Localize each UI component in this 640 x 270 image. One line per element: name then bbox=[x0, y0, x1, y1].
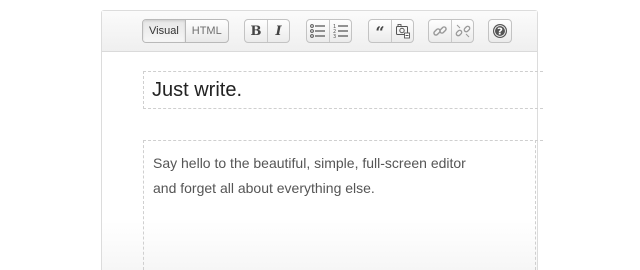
blockquote-icon: “ bbox=[375, 23, 385, 42]
post-title-field[interactable]: Just write. bbox=[143, 71, 543, 109]
help-group: ? bbox=[488, 19, 512, 43]
visual-mode-button[interactable]: Visual bbox=[143, 20, 186, 42]
editor-mode-switch: Visual HTML bbox=[142, 19, 229, 43]
numbered-list-button[interactable]: 1 2 3 bbox=[329, 20, 351, 42]
insert-link-button[interactable] bbox=[429, 20, 451, 42]
help-icon: ? bbox=[493, 24, 507, 38]
bold-button[interactable]: B bbox=[245, 20, 267, 42]
post-content-text: Say hello to the beautiful, simple, full… bbox=[153, 151, 513, 201]
italic-icon: I bbox=[275, 23, 282, 39]
content-line-1: Say hello to the beautiful, simple, full… bbox=[153, 155, 466, 171]
text-style-group: B I bbox=[244, 19, 290, 43]
insert-group: “ bbox=[368, 19, 414, 43]
post-title-text: Just write. bbox=[152, 79, 243, 101]
insert-media-button[interactable] bbox=[391, 20, 413, 42]
bold-icon: B bbox=[250, 23, 262, 39]
post-content-area[interactable]: Say hello to the beautiful, simple, full… bbox=[143, 140, 543, 270]
remove-link-button[interactable] bbox=[451, 20, 473, 42]
bulleted-list-icon bbox=[310, 24, 325, 38]
numbered-list-icon: 1 2 3 bbox=[333, 24, 348, 39]
svg-text:?: ? bbox=[497, 27, 503, 38]
link-group bbox=[428, 19, 474, 43]
editor-toolbar: Visual HTML B I 1 2 3 “ ? bbox=[102, 11, 537, 52]
italic-button[interactable]: I bbox=[267, 20, 289, 42]
list-group: 1 2 3 bbox=[306, 19, 352, 43]
remove-link-icon bbox=[455, 24, 470, 38]
html-mode-button[interactable]: HTML bbox=[186, 20, 228, 42]
blockquote-button[interactable]: “ bbox=[369, 20, 391, 42]
insert-media-icon bbox=[395, 24, 410, 39]
content-line-2: and forget all about everything else. bbox=[153, 180, 375, 196]
svg-text:3: 3 bbox=[333, 34, 336, 39]
insert-link-icon bbox=[433, 26, 447, 36]
bulleted-list-button[interactable] bbox=[307, 20, 329, 42]
help-button[interactable]: ? bbox=[489, 20, 511, 42]
content-area-right-border bbox=[535, 140, 536, 270]
